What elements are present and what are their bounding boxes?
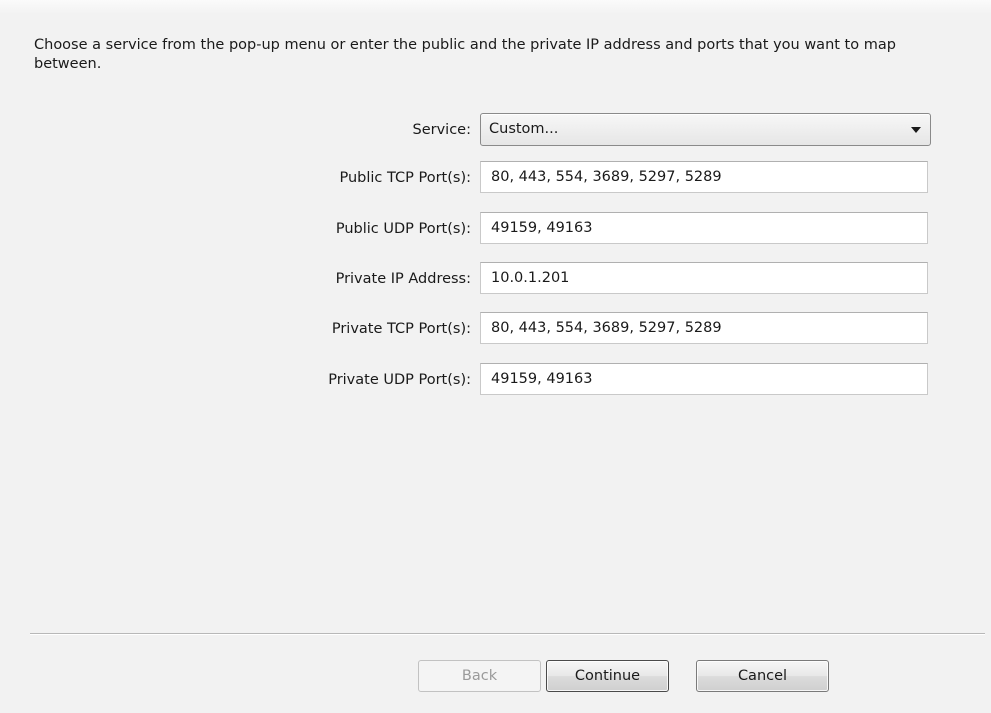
service-row: Service: Custom... xyxy=(0,113,991,147)
private-ip-row: Private IP Address: xyxy=(0,262,991,296)
public-tcp-ports-input[interactable] xyxy=(480,161,928,193)
service-label: Service: xyxy=(412,122,471,138)
private-udp-label: Private UDP Port(s): xyxy=(328,372,471,388)
private-ip-label: Private IP Address: xyxy=(335,271,471,287)
back-button[interactable]: Back xyxy=(418,660,541,692)
footer-divider xyxy=(30,633,985,635)
public-udp-label: Public UDP Port(s): xyxy=(335,221,471,237)
private-tcp-row: Private TCP Port(s): xyxy=(0,312,991,346)
dropdown-arrow-icon xyxy=(911,127,921,133)
instructions-text: Choose a service from the pop-up menu or… xyxy=(34,37,896,72)
private-ip-input[interactable] xyxy=(480,262,928,294)
continue-button[interactable]: Continue xyxy=(546,660,669,692)
private-udp-ports-input[interactable] xyxy=(480,363,928,395)
service-selected-value: Custom... xyxy=(489,121,559,137)
cancel-button[interactable]: Cancel xyxy=(696,660,829,692)
private-udp-row: Private UDP Port(s): xyxy=(0,363,991,397)
service-dropdown[interactable]: Custom... xyxy=(480,113,931,146)
public-tcp-row: Public TCP Port(s): xyxy=(0,161,991,195)
public-tcp-label: Public TCP Port(s): xyxy=(339,170,471,186)
private-tcp-ports-input[interactable] xyxy=(480,312,928,344)
port-mapping-dialog: Choose a service from the pop-up menu or… xyxy=(0,0,991,713)
private-tcp-label: Private TCP Port(s): xyxy=(331,321,471,337)
public-udp-row: Public UDP Port(s): xyxy=(0,212,991,246)
public-udp-ports-input[interactable] xyxy=(480,212,928,244)
